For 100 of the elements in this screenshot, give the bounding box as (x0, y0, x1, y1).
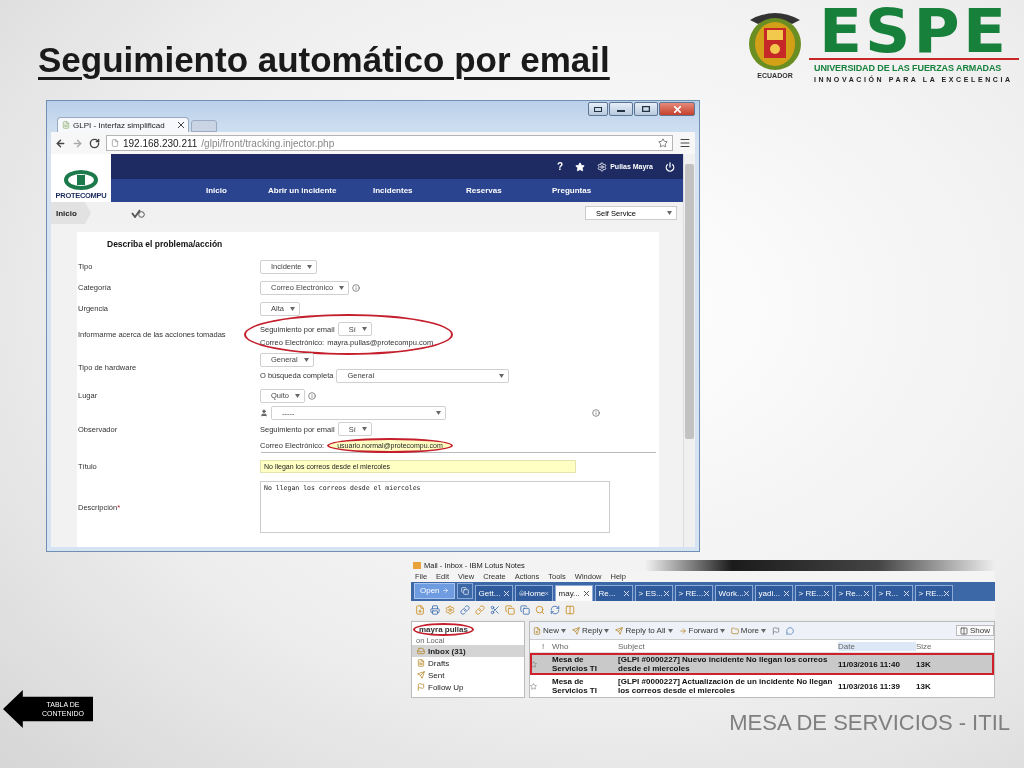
caret-icon (303, 357, 309, 362)
user-icon (260, 409, 268, 417)
columns-icon (960, 626, 968, 635)
menu-icon[interactable] (679, 137, 691, 149)
check-clock-icon[interactable] (130, 208, 145, 218)
window-tab[interactable]: > RE... (914, 584, 953, 601)
folder-item[interactable]: Inbox (31) (412, 645, 524, 657)
favorites-star-icon[interactable] (575, 161, 586, 172)
caret-icon (436, 411, 441, 415)
refresh-icon[interactable] (550, 604, 560, 615)
maximize-button[interactable] (634, 102, 658, 116)
window-tab[interactable]: Gett... (474, 584, 513, 601)
size-cell-text: 13K (916, 681, 932, 691)
caret-icon (499, 373, 505, 378)
restore-button[interactable] (588, 102, 608, 116)
email-row[interactable]: Mesa de Servicios TI [GLPI #0000227] Nuevo incidente No llegan los correos desde el miercoles 11/03/2016 11:40 13K (530, 653, 994, 675)
logo-swirl-icon (63, 169, 99, 191)
url-host: 192.168.230.211 (123, 137, 198, 149)
page-icon (111, 139, 119, 147)
maximize-icon (642, 106, 650, 112)
url-path: /glpi/front/tracking.injector.php (201, 137, 336, 149)
close-button[interactable] (659, 102, 695, 116)
folder-item[interactable]: Follow Up (412, 681, 524, 693)
help-link[interactable]: ? (557, 161, 564, 172)
nav-link[interactable]: Inicio (206, 186, 268, 195)
column-header[interactable]: Subject (618, 641, 838, 651)
nav-link[interactable]: Abrir un incidente (268, 186, 373, 195)
close-icon (178, 122, 184, 128)
column-header[interactable]: Date (838, 641, 916, 651)
window-tab[interactable]: may... (554, 584, 593, 601)
action-button[interactable]: Forward (678, 626, 725, 635)
window-tab[interactable]: Home (514, 584, 553, 601)
inbox-icon (417, 647, 425, 655)
nav-link[interactable]: Reservas (466, 186, 552, 195)
reply-all-icon (615, 626, 624, 635)
slide-footer: MESA DE SERVICIOS - ITIL (729, 710, 1010, 736)
minimize-button[interactable] (609, 102, 633, 116)
action-button[interactable]: Reply (572, 626, 610, 635)
arrow-icon (441, 587, 449, 595)
action-button[interactable]: New (533, 626, 566, 635)
close-icon[interactable] (583, 590, 589, 596)
sender-cell-text: Mesa de Servicios TI (552, 677, 598, 695)
bookmark-star-icon[interactable] (658, 138, 668, 148)
mail-icon (413, 561, 421, 569)
show-button[interactable]: Show (956, 625, 994, 636)
folder-item[interactable]: Drafts (412, 657, 524, 669)
logo-tagline: UNIVERSIDAD DE LAS FUERZAS ARMADAS (814, 63, 1003, 73)
star-icon (530, 660, 537, 668)
printer-icon[interactable] (430, 604, 440, 615)
copy-button[interactable] (456, 582, 473, 599)
nav-link[interactable]: Incidentes (373, 186, 466, 195)
caret-icon (294, 393, 300, 398)
page-icon (62, 121, 70, 129)
size-cell-text: 13K (916, 659, 932, 669)
window-tab[interactable]: Work... (714, 584, 753, 601)
window-tab[interactable]: > R... (874, 584, 913, 601)
caret-icon (361, 327, 367, 331)
forward-icon (678, 626, 687, 635)
flag-icon (417, 683, 425, 691)
info-icon (592, 409, 600, 417)
column-header[interactable]: Size (916, 641, 960, 651)
folder-icon (730, 626, 739, 635)
caret-icon (361, 427, 367, 431)
link-icon[interactable] (460, 604, 470, 615)
browser-tab[interactable]: GLPI - Interfaz simplificad (57, 117, 189, 132)
slide-title: Seguimiento automático por email (38, 40, 610, 81)
folder-item[interactable]: Sent (412, 669, 524, 681)
info-icon (307, 391, 316, 400)
breadcrumb-link[interactable]: Inicio (51, 202, 91, 224)
caret-icon (339, 285, 345, 290)
window-tab[interactable]: > Re... (834, 584, 873, 601)
window-tab[interactable]: > RE... (794, 584, 833, 601)
window-tab[interactable]: yadi... (754, 584, 793, 601)
back-icon[interactable] (55, 137, 66, 149)
scissors-icon[interactable] (490, 604, 500, 615)
window-tab[interactable]: > ES... (634, 584, 673, 601)
mailbox-owner: mayra pullas (413, 623, 474, 636)
caret-icon (604, 628, 610, 633)
caret-icon (561, 628, 566, 633)
action-button[interactable]: More (730, 626, 767, 635)
address-field[interactable]: 192.168.230.211 /glpi/front/tracking.injector.php (106, 135, 673, 151)
reload-icon[interactable] (89, 137, 100, 149)
window-tab[interactable]: Re... (594, 584, 633, 601)
logo-wordmark: ESPE (809, 6, 1019, 60)
priority-header: ! (542, 641, 546, 651)
logout-icon[interactable] (665, 161, 675, 172)
caret-icon (289, 306, 295, 311)
paste-icon[interactable] (520, 604, 530, 615)
star-icon (530, 682, 537, 690)
reply-icon (572, 626, 580, 635)
nav-link[interactable]: Preguntas (552, 186, 632, 195)
scrollbar[interactable] (683, 154, 695, 547)
column-header[interactable]: Who (552, 641, 618, 651)
send-icon (417, 671, 425, 679)
caret-icon (307, 264, 313, 269)
action-button[interactable]: Reply to All (615, 626, 673, 635)
close-icon (673, 105, 681, 113)
window-tab[interactable]: > RE... (674, 584, 713, 601)
caret-icon (719, 628, 725, 633)
document-icon (417, 659, 425, 667)
